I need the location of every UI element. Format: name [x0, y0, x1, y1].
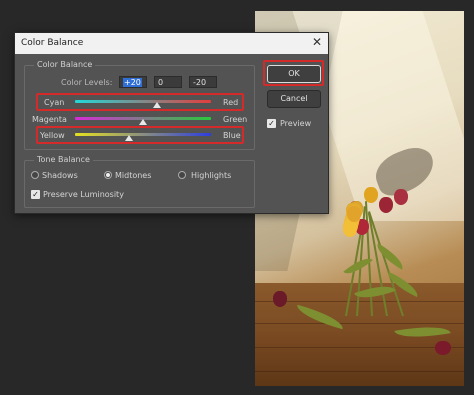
- slider-magenta-label: Magenta: [32, 115, 67, 124]
- tone-balance-legend: Tone Balance: [34, 155, 93, 164]
- yellow-blue-track[interactable]: [75, 133, 211, 136]
- slider-green-label: Green: [223, 115, 248, 124]
- ok-button[interactable]: OK: [267, 65, 321, 83]
- cyan-red-track[interactable]: [75, 100, 211, 103]
- slider-blue-label: Blue: [223, 131, 241, 140]
- dialog-titlebar: Color Balance ✕: [15, 33, 328, 54]
- radio-shadows[interactable]: [31, 171, 39, 179]
- yellow-blue-thumb[interactable]: [125, 135, 133, 141]
- slider-yellow-label: Yellow: [40, 131, 65, 140]
- radio-shadows-label[interactable]: Shadows: [42, 171, 78, 180]
- slider-cyan-label: Cyan: [44, 98, 65, 107]
- level-field-yellow-blue[interactable]: -20: [189, 76, 217, 88]
- level-field-magenta-green[interactable]: 0: [154, 76, 182, 88]
- close-icon[interactable]: ✕: [312, 35, 322, 49]
- cancel-button[interactable]: Cancel: [267, 90, 321, 108]
- preview-checkbox[interactable]: ✓: [267, 119, 276, 128]
- radio-highlights-label[interactable]: Highlights: [191, 171, 231, 180]
- color-levels-label: Color Levels:: [61, 78, 113, 87]
- color-balance-legend: Color Balance: [34, 60, 96, 69]
- cyan-red-thumb[interactable]: [153, 102, 161, 108]
- magenta-green-thumb[interactable]: [139, 119, 147, 125]
- dialog-title: Color Balance: [21, 38, 84, 48]
- preview-label[interactable]: Preview: [280, 119, 311, 128]
- radio-midtones[interactable]: [104, 171, 112, 179]
- color-balance-dialog: Color Balance ✕ Color Balance Color Leve…: [14, 32, 329, 214]
- tone-balance-group: [24, 160, 255, 208]
- preserve-luminosity-checkbox[interactable]: ✓: [31, 190, 40, 199]
- preserve-luminosity-label[interactable]: Preserve Luminosity: [43, 190, 124, 199]
- radio-midtones-label[interactable]: Midtones: [115, 171, 151, 180]
- level-field-cyan-red[interactable]: +20: [119, 76, 147, 88]
- radio-highlights[interactable]: [178, 171, 186, 179]
- slider-red-label: Red: [223, 98, 239, 107]
